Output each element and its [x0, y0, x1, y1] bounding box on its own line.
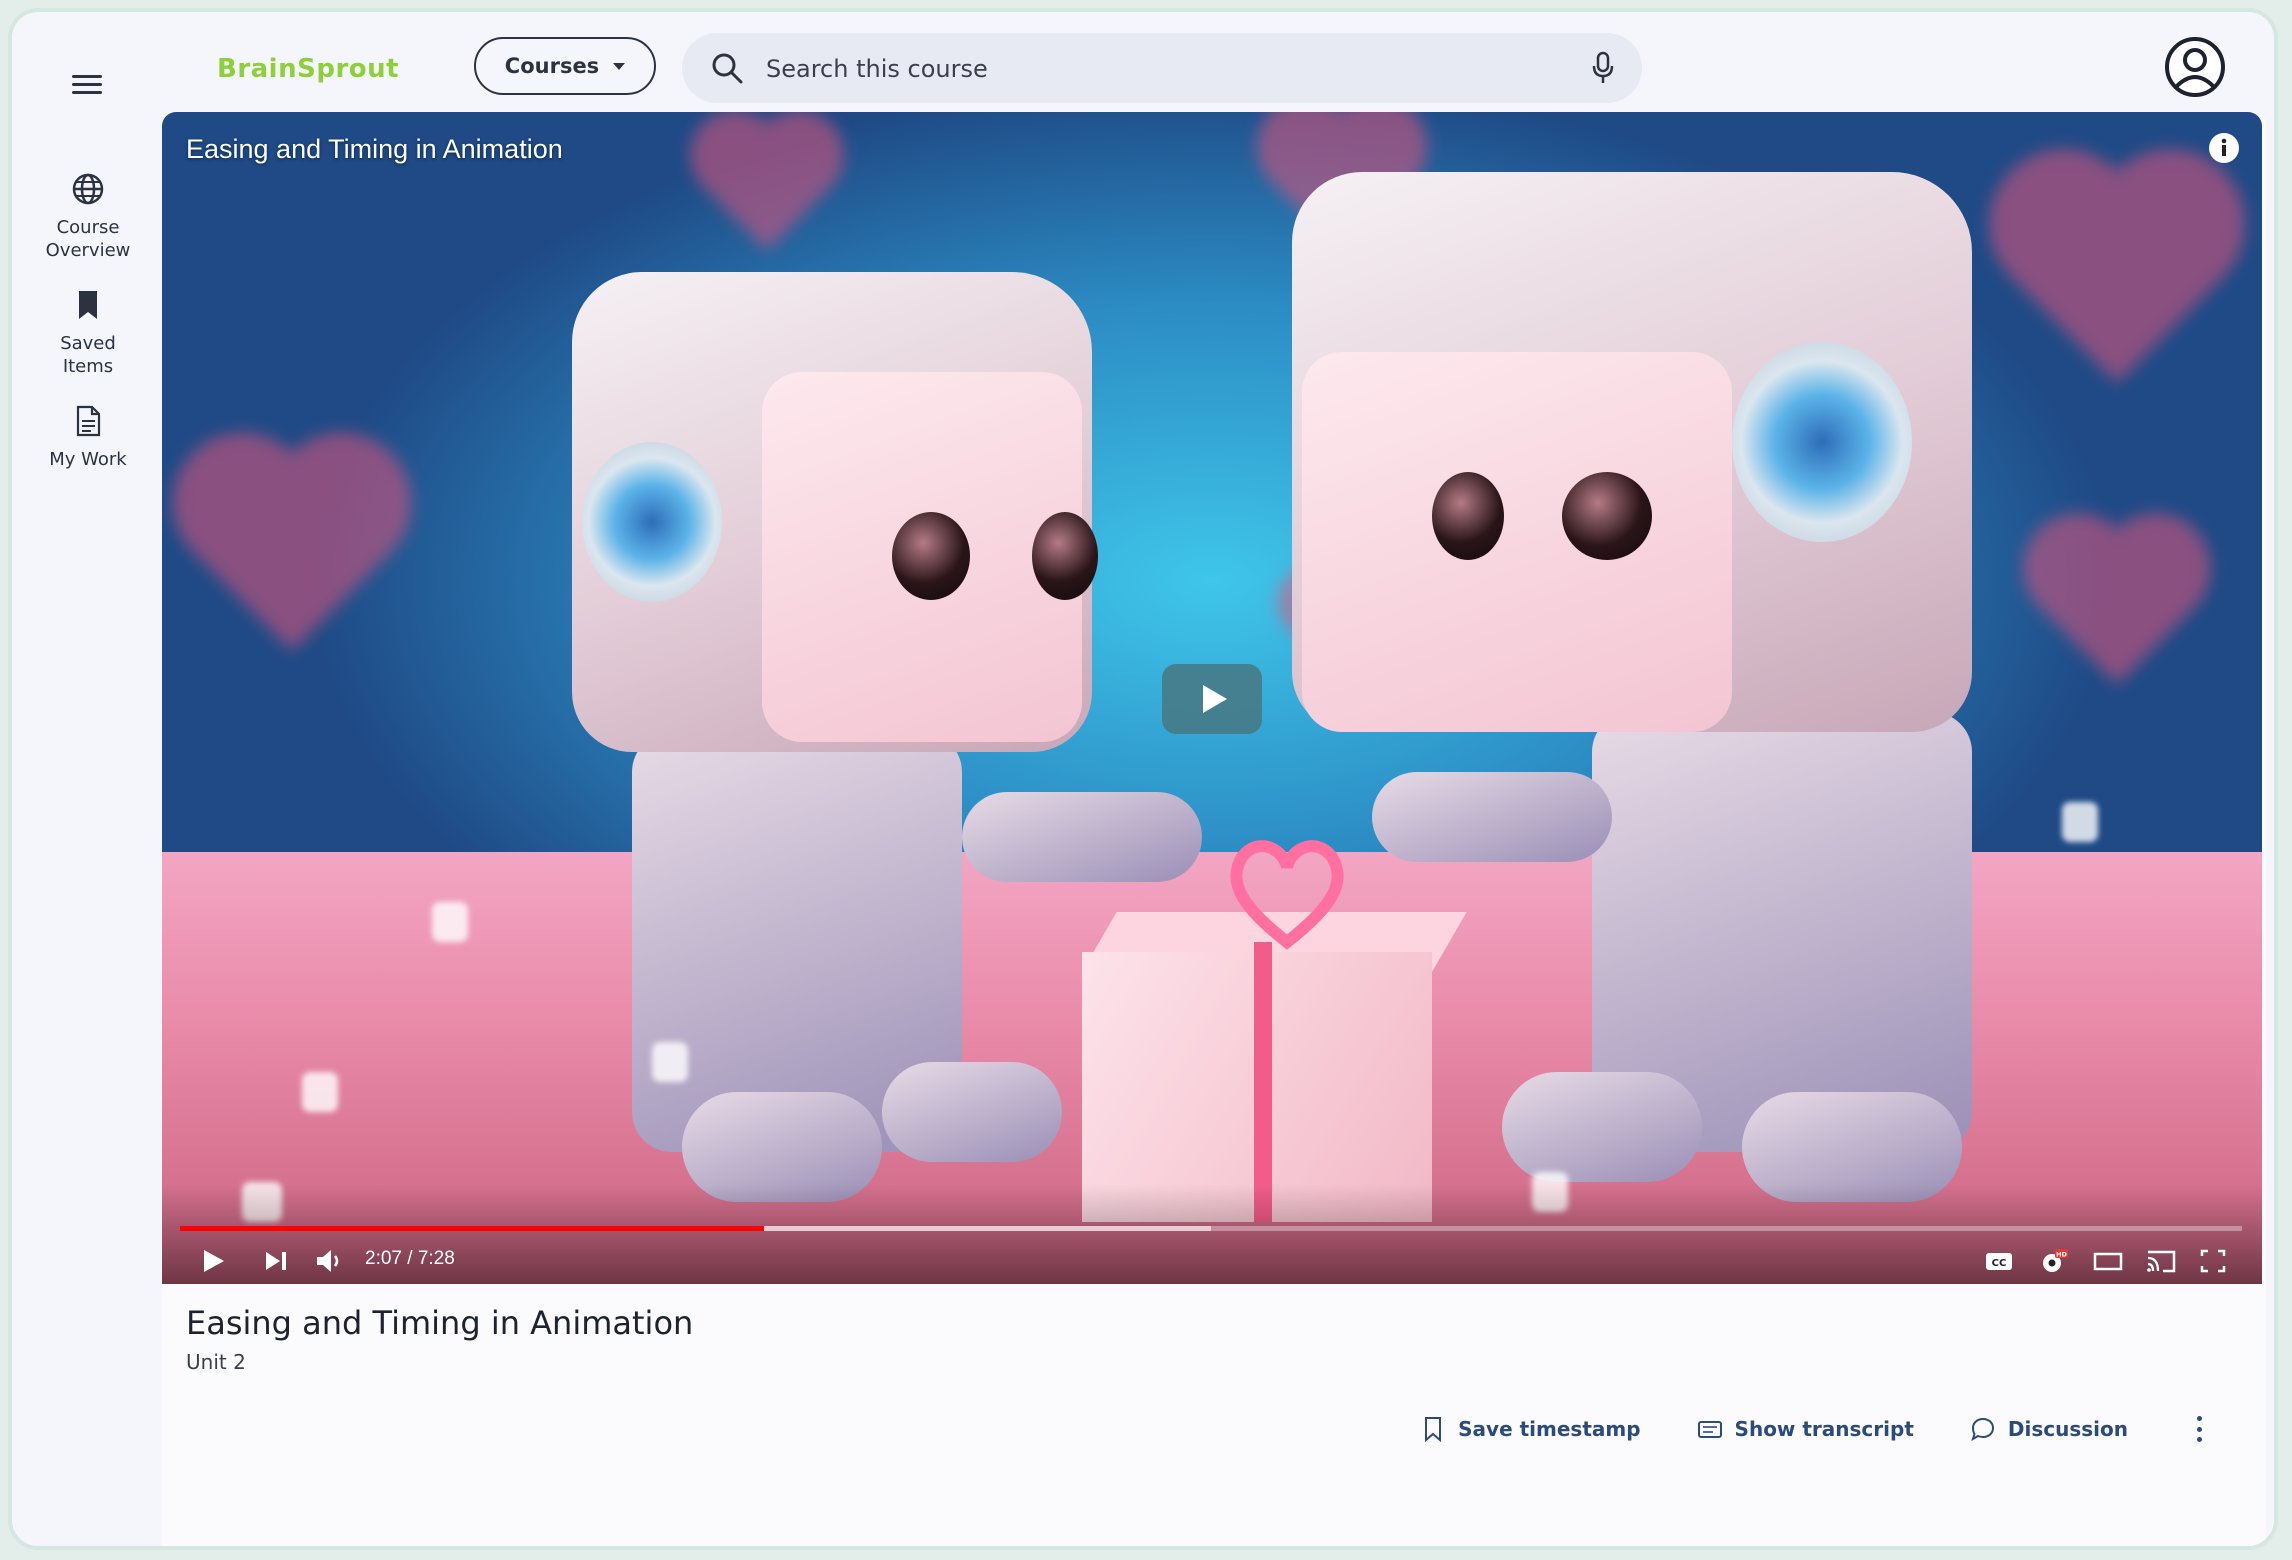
- robot-eye: [1032, 512, 1098, 600]
- time-display: 2:07 / 7:28: [365, 1248, 455, 1269]
- closed-captions-icon[interactable]: CC: [1984, 1244, 2014, 1278]
- background-heart: [2039, 529, 2195, 685]
- robot-face: [1302, 352, 1732, 732]
- show-transcript-button[interactable]: Show transcript: [1697, 1416, 1914, 1442]
- robot-foot: [882, 1062, 1062, 1162]
- app-window: BrainSprout Courses Course Overview Save…: [8, 8, 2278, 1550]
- more-options-icon[interactable]: [2184, 1412, 2214, 1446]
- svg-text:CC: CC: [1992, 1258, 2007, 1269]
- nav-label: Saved Items: [60, 333, 116, 377]
- search-input[interactable]: [764, 45, 1548, 93]
- robot-foot: [1502, 1072, 1702, 1182]
- robot-ear: [582, 442, 722, 602]
- progress-bar[interactable]: [180, 1226, 2242, 1231]
- globe-icon: [72, 173, 104, 205]
- background-heart: [703, 123, 831, 251]
- courses-dropdown[interactable]: Courses: [474, 37, 656, 95]
- background-heart: [2010, 170, 2224, 384]
- gift-ribbon: [1254, 942, 1272, 1222]
- info-icon[interactable]: [2208, 132, 2240, 164]
- side-navigation: Course Overview Saved Items My Work: [12, 172, 164, 497]
- search-bar: [682, 33, 1642, 103]
- document-icon: [76, 405, 101, 437]
- nav-label: My Work: [49, 449, 127, 470]
- video-title: Easing and Timing in Animation: [186, 134, 563, 164]
- nav-label: Course Overview: [45, 217, 131, 261]
- save-timestamp-label: Save timestamp: [1458, 1417, 1641, 1441]
- bokeh-light: [302, 1072, 338, 1112]
- bokeh-light: [2062, 802, 2098, 842]
- video-player[interactable]: Easing and Timing in Animation 2:07 / 7:…: [162, 112, 2262, 1284]
- play-icon[interactable]: [200, 1244, 228, 1278]
- theater-mode-icon[interactable]: [2092, 1244, 2124, 1278]
- save-timestamp-button[interactable]: Save timestamp: [1420, 1416, 1641, 1442]
- discussion-button[interactable]: Discussion: [1970, 1416, 2128, 1442]
- bokeh-light: [432, 902, 468, 942]
- progress-played: [180, 1226, 764, 1231]
- volume-icon[interactable]: [314, 1244, 344, 1278]
- courses-label: Courses: [504, 54, 600, 78]
- robot-arm: [962, 792, 1202, 882]
- brand-logo[interactable]: BrainSprout: [217, 54, 399, 84]
- heart-bow-icon: [1230, 840, 1344, 950]
- robot-arm: [1372, 772, 1612, 862]
- main-content: Easing and Timing in Animation 2:07 / 7:…: [162, 112, 2266, 1546]
- controls-gradient: [162, 1184, 2262, 1284]
- large-play-button[interactable]: [1162, 664, 1262, 734]
- microphone-icon[interactable]: [1592, 51, 1614, 85]
- lesson-unit: Unit 2: [186, 1350, 246, 1374]
- fullscreen-icon[interactable]: [2198, 1244, 2228, 1278]
- show-transcript-label: Show transcript: [1734, 1417, 1914, 1441]
- robot-eye: [1562, 472, 1652, 560]
- next-icon[interactable]: [262, 1244, 290, 1278]
- nav-course-overview[interactable]: Course Overview: [12, 172, 164, 262]
- transcript-icon: [1697, 1421, 1722, 1438]
- robot-eye: [1432, 472, 1504, 560]
- bookmark-icon: [79, 291, 97, 319]
- cast-icon[interactable]: [2144, 1244, 2178, 1278]
- search-icon[interactable]: [710, 51, 744, 85]
- nav-my-work[interactable]: My Work: [12, 404, 164, 471]
- lesson-title: Easing and Timing in Animation: [186, 1304, 694, 1342]
- lesson-actions: Save timestamp Show transcript Discussio…: [1420, 1412, 2266, 1446]
- bookmark-outline-icon: [1425, 1417, 1442, 1442]
- robot-eye: [892, 512, 970, 600]
- menu-icon[interactable]: [72, 70, 102, 96]
- robot-ear: [1732, 342, 1912, 542]
- account-avatar-icon[interactable]: [2164, 36, 2226, 98]
- bokeh-light: [652, 1042, 688, 1082]
- svg-text:HD: HD: [2056, 1251, 2067, 1259]
- background-heart: [193, 453, 391, 651]
- settings-icon[interactable]: HD: [2038, 1244, 2070, 1278]
- chat-bubble-icon: [1971, 1417, 1994, 1442]
- caret-down-icon: [613, 62, 626, 70]
- discussion-label: Discussion: [2007, 1417, 2128, 1441]
- nav-saved-items[interactable]: Saved Items: [12, 288, 164, 378]
